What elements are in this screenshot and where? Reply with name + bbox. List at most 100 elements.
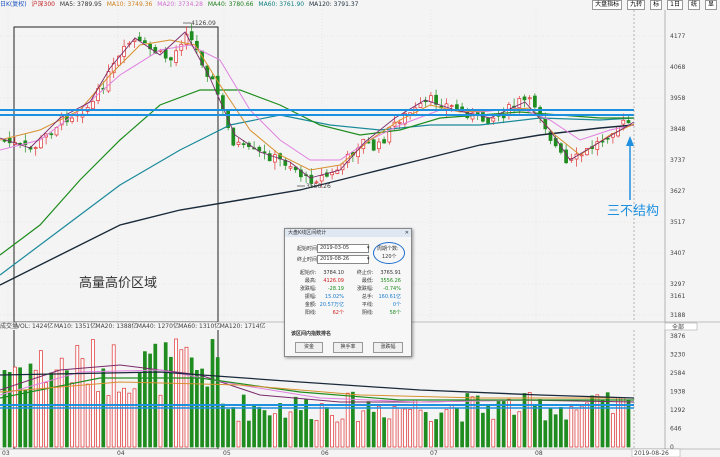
candle-body	[491, 117, 496, 122]
volume-bar	[491, 418, 496, 448]
volume-bar	[564, 419, 568, 448]
period-label: 周期个数:	[377, 246, 399, 252]
turnover-button[interactable]: 换手率	[333, 342, 363, 353]
volume-bar	[574, 409, 579, 448]
volume-bar	[486, 404, 490, 448]
volume-bar	[189, 357, 194, 448]
volume-bar	[611, 413, 615, 448]
volume-bar	[408, 409, 412, 448]
start-time-label: 起始时间:	[297, 246, 319, 252]
candle-body	[2, 140, 7, 142]
volume-bar	[605, 392, 610, 448]
volume-bar	[330, 415, 334, 448]
volume-bar	[299, 410, 303, 448]
volume-bar	[273, 413, 277, 448]
volume-bar	[122, 387, 126, 448]
vol-ma120-line	[0, 371, 635, 399]
candle-body	[626, 120, 631, 124]
price-axis-tick: 3188	[670, 312, 685, 319]
volume-bar	[340, 418, 345, 448]
volume-bar	[158, 394, 163, 448]
volume-axis-tick: 1292	[670, 407, 685, 414]
volume-bar	[475, 395, 480, 448]
close-icon[interactable]: ✕	[405, 229, 409, 237]
volume-bar	[413, 399, 418, 448]
volume-bar	[543, 420, 548, 448]
start-time-select[interactable]: 2019-03-05	[317, 244, 369, 253]
candle-body	[189, 31, 194, 41]
volume-bar	[439, 412, 444, 448]
time-axis-tick: 06	[321, 450, 329, 457]
volume-bar	[387, 418, 392, 448]
candle-body	[527, 97, 532, 100]
candle-body	[429, 95, 433, 103]
volume-axis-tick: 1938	[670, 389, 685, 396]
volume-bar	[179, 349, 184, 448]
volume-bar	[231, 407, 236, 448]
candle-body	[91, 101, 95, 109]
change-rate-button[interactable]: 涨跌幅	[373, 342, 403, 353]
volume-bar	[163, 342, 168, 448]
candle-body	[533, 95, 537, 108]
stats-row: 振幅: 15.02% 总手: 160.61亿	[304, 294, 401, 300]
stock-chart-window: 日K(复权) 沪深300 MA5: 3789.95 MA10: 3749.36 …	[0, 0, 720, 457]
funds-button[interactable]: 资金	[295, 342, 323, 353]
candle-body	[397, 121, 402, 124]
candle-body	[371, 139, 376, 151]
volume-bar	[205, 386, 210, 448]
volume-bar	[361, 410, 366, 448]
volume-bar	[434, 419, 438, 448]
volume-bar	[382, 417, 386, 448]
price-axis-tick: 4068	[670, 64, 685, 71]
volume-bar	[455, 408, 459, 448]
candle-body	[418, 103, 423, 108]
volume-bar	[553, 414, 558, 448]
time-axis-tick: 03	[2, 450, 10, 457]
volume-bar	[314, 420, 319, 448]
volume-bar	[75, 345, 80, 448]
price-axis-tick: 3627	[670, 188, 685, 195]
volume-bar	[49, 372, 54, 448]
volume-axis-tick: 2584	[670, 370, 685, 377]
time-axis-tick: 05	[223, 450, 231, 457]
volume-bar	[512, 414, 516, 448]
candle-body	[486, 117, 490, 124]
volume-axis-tick: 3876	[670, 333, 685, 340]
price-axis-tick: 3161	[670, 293, 685, 300]
chevron-down-icon[interactable]: ▾	[367, 256, 370, 262]
candle-body	[179, 43, 184, 51]
volume-bar	[44, 382, 48, 448]
volume-bar	[65, 370, 69, 448]
end-time-select[interactable]: 2019-08-26	[317, 255, 369, 264]
volume-bar	[319, 403, 324, 448]
price-axis-tick: 3297	[670, 281, 685, 288]
candle-body	[319, 175, 324, 182]
volume-bar	[460, 421, 464, 448]
time-axis-tick: 04	[117, 450, 125, 457]
vol-ma40-line	[0, 377, 634, 401]
volume-bar	[533, 404, 537, 448]
volume-ma-lines	[0, 364, 635, 403]
volume-bar	[403, 408, 407, 448]
volume-bar	[96, 391, 100, 448]
volume-bar	[548, 408, 553, 448]
chevron-down-icon[interactable]: ▾	[367, 245, 370, 251]
san-bu-jie-gou-label: 三不结构	[607, 204, 659, 219]
volume-bar	[252, 405, 256, 448]
volume-bar	[70, 382, 74, 448]
volume-bar	[283, 417, 288, 448]
candle-body	[455, 104, 459, 110]
volume-ma-label: MA60: 1310亿	[178, 322, 220, 330]
high-price-label: 4126.09	[191, 20, 216, 27]
time-axis-tick: 08	[535, 450, 543, 457]
volume-bar	[210, 339, 215, 448]
stats-grid: 起始价: 3784.10 终止价: 3765.91 最高: 4126.09 最低: 3556…	[291, 269, 405, 317]
low-price-label: 3556.26	[306, 183, 331, 190]
candle-body	[288, 166, 293, 169]
volume-bar	[39, 350, 43, 448]
volume-bar	[325, 407, 329, 448]
vol-ma20-line	[0, 369, 634, 403]
time-axis-tick: 07	[430, 450, 438, 457]
volume-axis-tick: 646	[670, 426, 682, 433]
volume-ma-label: MA10: 1351亿	[54, 322, 96, 330]
